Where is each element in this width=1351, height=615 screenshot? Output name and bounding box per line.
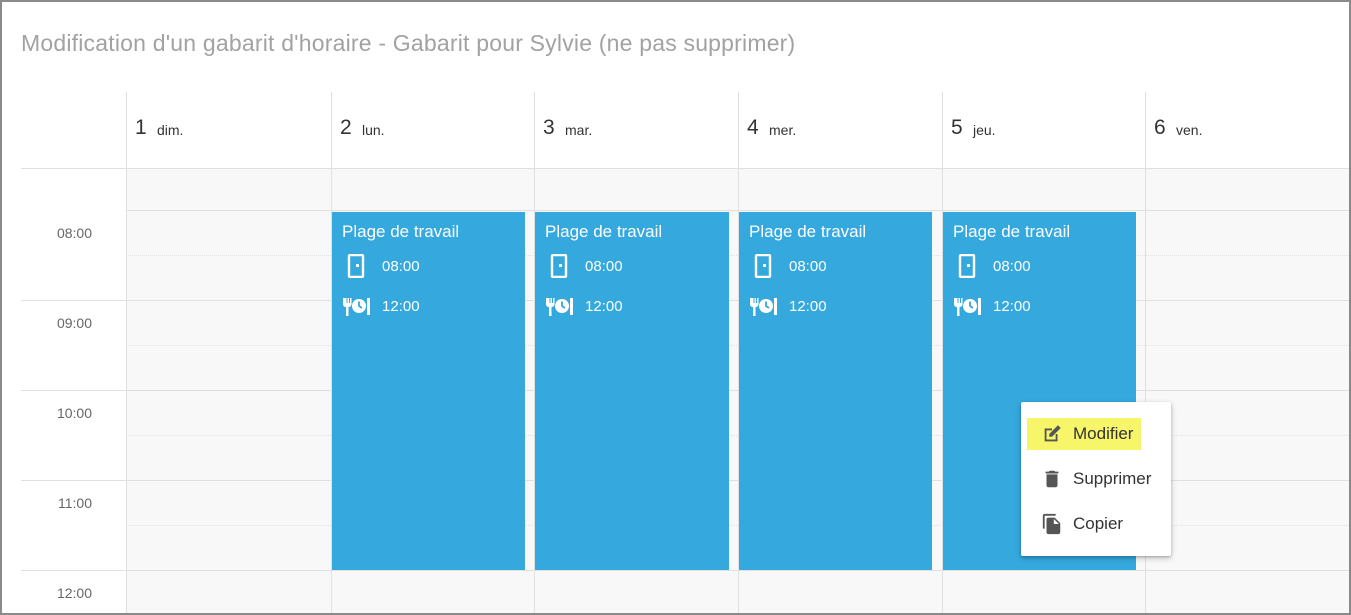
- day-number: 2: [340, 116, 352, 139]
- meal-clock-icon: [749, 294, 779, 318]
- door-icon: [749, 254, 779, 278]
- day-header-mer[interactable]: 4 mer.: [738, 92, 942, 168]
- menu-item-modifier[interactable]: Modifier: [1027, 418, 1142, 450]
- event-start-time: 08:00: [585, 257, 623, 275]
- event-end-time: 12:00: [993, 297, 1031, 315]
- edit-icon: [1041, 423, 1063, 445]
- menu-item-label: Modifier: [1073, 424, 1134, 443]
- grid-line: [21, 570, 1349, 571]
- event-title: Plage de travail: [749, 222, 867, 241]
- meal-clock-icon: [545, 294, 575, 318]
- day-number: 6: [1154, 116, 1166, 139]
- page-title: Modification d'un gabarit d'horaire - Ga…: [21, 30, 796, 56]
- event-end-row: 12:00: [545, 294, 623, 318]
- event-start-row: 08:00: [545, 254, 623, 278]
- door-icon: [342, 254, 372, 278]
- day-name: ven.: [1176, 122, 1203, 138]
- menu-item-label: Copier: [1073, 514, 1124, 533]
- event-end-time: 12:00: [789, 297, 827, 315]
- day-header-dim[interactable]: 1 dim.: [126, 92, 331, 168]
- header-divider: [21, 168, 1349, 169]
- day-name: dim.: [157, 122, 184, 138]
- event-start-row: 08:00: [749, 254, 827, 278]
- event-end-row: 12:00: [749, 294, 827, 318]
- day-header-ven[interactable]: 6 ven.: [1145, 92, 1349, 168]
- day-name: mar.: [565, 122, 593, 138]
- meal-clock-icon: [342, 294, 372, 318]
- time-label: 09:00: [56, 315, 92, 331]
- context-menu: Modifier Supprimer Copier: [1021, 402, 1171, 556]
- work-block-mer[interactable]: Plage de travail 08:00 12:00: [739, 212, 932, 570]
- menu-item-label: Supprimer: [1073, 469, 1152, 488]
- time-label: 12:00: [56, 585, 92, 601]
- event-end-row: 12:00: [342, 294, 420, 318]
- time-label: 08:00: [56, 225, 92, 241]
- meal-clock-icon: [953, 294, 983, 318]
- time-label: 10:00: [56, 405, 92, 421]
- day-header-jeu[interactable]: 5 jeu.: [942, 92, 1145, 168]
- work-block-lun[interactable]: Plage de travail 08:00 12:00: [332, 212, 525, 570]
- event-start-time: 08:00: [993, 257, 1031, 275]
- day-name: jeu.: [973, 122, 996, 138]
- column-divider: [126, 92, 127, 613]
- event-end-time: 12:00: [585, 297, 623, 315]
- menu-item-supprimer[interactable]: Supprimer: [1027, 463, 1159, 495]
- day-number: 5: [951, 116, 963, 139]
- door-icon: [545, 254, 575, 278]
- event-end-row: 12:00: [953, 294, 1031, 318]
- work-block-mar[interactable]: Plage de travail 08:00 12:00: [535, 212, 729, 570]
- event-end-time: 12:00: [382, 297, 420, 315]
- day-number: 3: [543, 116, 555, 139]
- event-title: Plage de travail: [342, 222, 460, 241]
- template-editor-window: Modification d'un gabarit d'horaire - Ga…: [0, 0, 1351, 615]
- event-title: Plage de travail: [953, 222, 1071, 241]
- copy-icon: [1041, 513, 1063, 535]
- time-label: 11:00: [58, 495, 92, 511]
- day-header-lun[interactable]: 2 lun.: [331, 92, 534, 168]
- day-number: 1: [135, 116, 147, 139]
- day-name: lun.: [362, 122, 385, 138]
- event-title: Plage de travail: [545, 222, 663, 241]
- trash-icon: [1041, 468, 1063, 490]
- door-icon: [953, 254, 983, 278]
- day-name: mer.: [769, 122, 797, 138]
- event-start-time: 08:00: [789, 257, 827, 275]
- day-header-mar[interactable]: 3 mar.: [534, 92, 738, 168]
- event-start-row: 08:00: [342, 254, 420, 278]
- event-start-time: 08:00: [382, 257, 420, 275]
- event-start-row: 08:00: [953, 254, 1031, 278]
- day-number: 4: [747, 116, 759, 139]
- menu-item-copier[interactable]: Copier: [1027, 508, 1131, 540]
